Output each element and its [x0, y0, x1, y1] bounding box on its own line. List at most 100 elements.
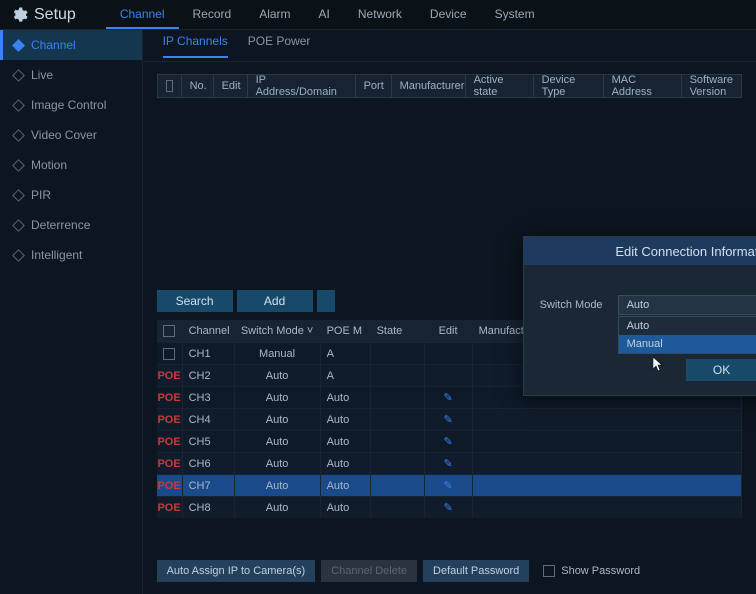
cell-state [371, 343, 425, 364]
cell-state [371, 365, 425, 386]
row-badge: POE [157, 409, 183, 430]
cell-channel: CH2 [183, 365, 235, 386]
sidebar-item-video-cover[interactable]: Video Cover [0, 120, 142, 150]
col-device-type: Device Type [534, 75, 604, 97]
table-row[interactable]: POECH8AutoAuto✎ [157, 496, 742, 518]
cell-state [371, 431, 425, 452]
cell-poe-mode: A [321, 343, 371, 364]
auto-assign-button[interactable]: Auto Assign IP to Camera(s) [157, 560, 316, 582]
col-poe-m: POE M [321, 320, 371, 342]
col-state: State [371, 320, 425, 342]
checkbox-icon[interactable] [163, 348, 175, 360]
tab-network[interactable]: Network [344, 0, 416, 29]
top-bar: Setup Channel Record Alarm AI Network De… [0, 0, 756, 30]
cell-switch-mode: Auto [235, 365, 321, 386]
option-manual[interactable]: Manual [619, 335, 756, 353]
cell-edit[interactable]: ✎ [425, 431, 473, 452]
diamond-icon [12, 249, 25, 262]
cell-channel: CH1 [183, 343, 235, 364]
top-table-checkall[interactable] [158, 75, 182, 97]
switch-mode-select[interactable]: Auto ▼ [618, 295, 756, 315]
cell-channel: CH5 [183, 431, 235, 452]
col-switch-mode[interactable]: Switch Mode ˅ [235, 320, 321, 342]
sidebar-item-deterrence[interactable]: Deterrence [0, 210, 142, 240]
modal-title-bar: Edit Connection Information ✕ [524, 237, 756, 265]
app-title: Setup [34, 6, 76, 24]
modal-title: Edit Connection Information [615, 244, 756, 259]
sidebar-item-channel[interactable]: Channel [0, 30, 142, 60]
row-badge [157, 343, 183, 364]
table-row[interactable]: POECH5AutoAuto✎ [157, 430, 742, 452]
table-row[interactable]: POECH6AutoAuto✎ [157, 452, 742, 474]
tab-ai[interactable]: AI [305, 0, 344, 29]
show-password-toggle[interactable]: Show Password [543, 565, 640, 577]
cell-switch-mode: Auto [235, 409, 321, 430]
table-row[interactable]: POECH4AutoAuto✎ [157, 408, 742, 430]
cell-edit[interactable]: ✎ [425, 475, 473, 496]
sidebar-item-image-control[interactable]: Image Control [0, 90, 142, 120]
sidebar-item-label: PIR [31, 188, 51, 202]
cell-channel: CH7 [183, 475, 235, 496]
cell-manufacturer [473, 431, 742, 452]
sidebar-item-label: Deterrence [31, 218, 90, 232]
action-buttons: Search Add [157, 290, 335, 312]
subtab-poe-power[interactable]: POE Power [248, 34, 311, 58]
sidebar-item-pir[interactable]: PIR [0, 180, 142, 210]
tab-device[interactable]: Device [416, 0, 481, 29]
tab-alarm[interactable]: Alarm [245, 0, 304, 29]
cell-edit[interactable]: ✎ [425, 497, 473, 518]
cell-poe-mode: Auto [321, 387, 371, 408]
sidebar-item-motion[interactable]: Motion [0, 150, 142, 180]
cell-edit[interactable]: ✎ [425, 453, 473, 474]
cell-manufacturer [473, 497, 742, 518]
col-no: No. [182, 75, 214, 97]
default-password-button[interactable]: Default Password [423, 560, 529, 582]
cell-edit[interactable]: ✎ [425, 409, 473, 430]
row-badge: POE [157, 387, 183, 408]
diamond-icon [12, 129, 25, 142]
row-badge: POE [157, 475, 183, 496]
option-auto[interactable]: Auto [619, 317, 756, 335]
switch-mode-dropdown: Auto Manual [618, 316, 756, 354]
sidebar-item-label: Live [31, 68, 53, 82]
main-area: IP Channels POE Power No. Edit IP Addres… [143, 30, 756, 594]
subtab-ip-channels[interactable]: IP Channels [163, 34, 228, 58]
sidebar-item-intelligent[interactable]: Intelligent [0, 240, 142, 270]
diamond-icon [12, 69, 25, 82]
tab-record[interactable]: Record [179, 0, 246, 29]
pencil-icon: ✎ [443, 435, 452, 448]
cell-switch-mode: Manual [235, 343, 321, 364]
pencil-icon: ✎ [443, 457, 452, 470]
col-channel: Channel [183, 320, 235, 342]
cell-state [371, 475, 425, 496]
tab-channel[interactable]: Channel [106, 0, 179, 29]
lower-checkall[interactable] [157, 320, 183, 342]
action-button-partial[interactable] [317, 290, 335, 312]
cell-poe-mode: Auto [321, 409, 371, 430]
sidebar-item-live[interactable]: Live [0, 60, 142, 90]
add-button[interactable]: Add [237, 290, 313, 312]
checkbox-icon [166, 80, 173, 92]
cell-edit [425, 343, 473, 364]
tab-system[interactable]: System [481, 0, 549, 29]
pencil-icon: ✎ [443, 501, 452, 514]
app-logo: Setup [10, 6, 76, 24]
diamond-icon [12, 99, 25, 112]
top-table-header: No. Edit IP Address/Domain Port Manufact… [157, 74, 742, 98]
cell-poe-mode: Auto [321, 453, 371, 474]
table-row[interactable]: POECH7AutoAuto✎ [157, 474, 742, 496]
search-button[interactable]: Search [157, 290, 233, 312]
diamond-icon [12, 39, 25, 52]
sidebar-item-label: Image Control [31, 98, 106, 112]
ok-button[interactable]: OK [686, 359, 756, 381]
col-mac: MAC Address [604, 75, 682, 97]
cell-state [371, 497, 425, 518]
cell-edit[interactable]: ✎ [425, 387, 473, 408]
sidebar-item-label: Channel [31, 38, 76, 52]
row-badge: POE [157, 431, 183, 452]
cell-poe-mode: Auto [321, 431, 371, 452]
checkbox-icon [543, 565, 555, 577]
diamond-icon [12, 159, 25, 172]
col-ip: IP Address/Domain [248, 75, 356, 97]
sidebar-item-label: Motion [31, 158, 67, 172]
